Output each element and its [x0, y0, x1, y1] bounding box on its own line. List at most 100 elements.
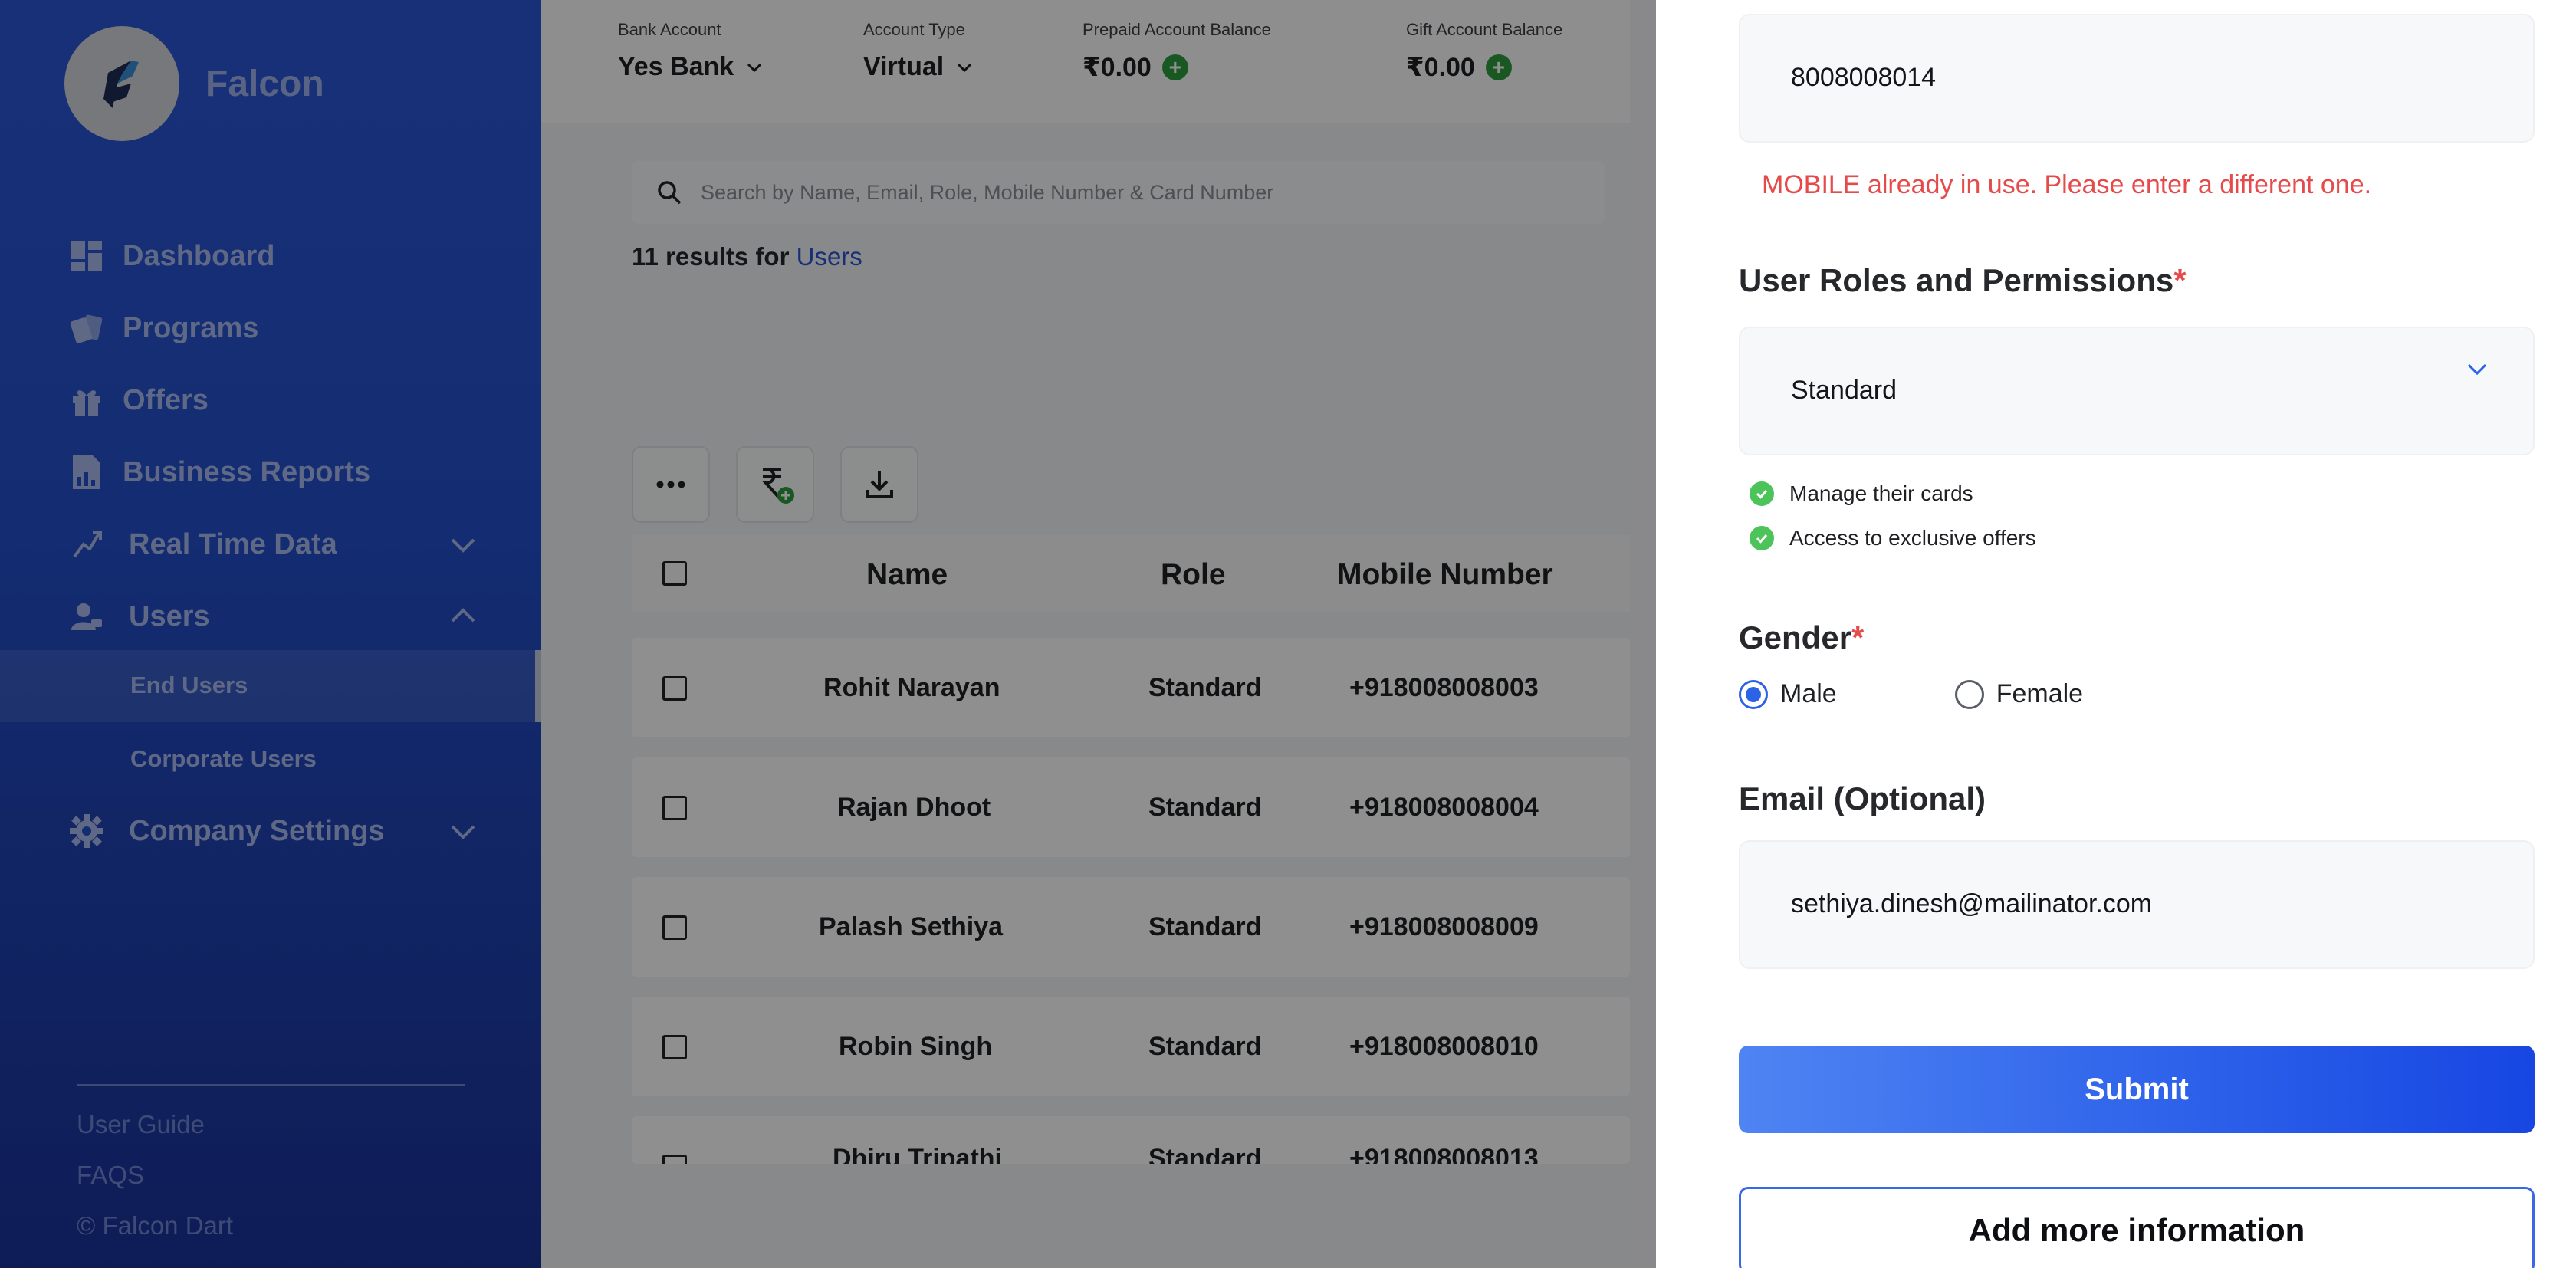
cell-role: Standard — [1148, 1144, 1262, 1164]
roles-section-title: User Roles and Permissions* — [1739, 262, 2187, 299]
sidebar-subitem-active-bg — [0, 650, 541, 722]
sidebar-item-programs[interactable]: Programs — [67, 305, 258, 351]
cell-name: Rajan Dhoot — [837, 793, 991, 822]
add-more-information-button[interactable]: Add more information — [1739, 1187, 2535, 1268]
sidebar-divider — [77, 1084, 465, 1086]
bank-account-selector[interactable]: Bank Account Yes Bank — [618, 20, 764, 82]
sidebar-item-label: Offers — [123, 383, 209, 416]
role-select[interactable]: Standard — [1739, 327, 2535, 455]
faqs-link[interactable]: FAQS — [77, 1161, 144, 1190]
sidebar-item-offers[interactable]: Offers — [67, 377, 209, 423]
download-icon — [866, 471, 893, 498]
chevron-down-icon — [958, 63, 972, 72]
permission-label: Access to exclusive offers — [1789, 526, 2036, 550]
more-options-button[interactable] — [632, 446, 710, 523]
column-header-mobile[interactable]: Mobile Number — [1337, 558, 1553, 592]
search-input[interactable]: Search by Name, Email, Role, Mobile Numb… — [701, 181, 1273, 205]
check-circle-icon — [1750, 526, 1774, 550]
sidebar: Falcon Dashboard Programs Offers Busines… — [0, 0, 541, 1268]
permission-item: Manage their cards — [1750, 481, 1973, 506]
falcon-logo-icon — [64, 26, 179, 141]
sidebar-item-company-settings[interactable]: Company Settings — [67, 808, 475, 854]
cell-name: Rohit Narayan — [823, 673, 1001, 702]
sidebar-item-label: Users — [129, 600, 210, 632]
roles-title-text: User Roles and Permissions — [1739, 262, 2174, 298]
user-guide-link[interactable]: User Guide — [77, 1110, 205, 1139]
sidebar-item-label: Dashboard — [123, 239, 275, 272]
programs-icon — [67, 309, 106, 347]
required-mark: * — [2174, 262, 2187, 298]
cell-mobile: +918008008010 — [1349, 1032, 1539, 1061]
account-topbar: Bank Account Yes Bank Account Type Virtu… — [541, 0, 1630, 123]
more-horizontal-icon — [656, 481, 685, 488]
mobile-field-value: 8008008014 — [1791, 63, 1937, 92]
users-icon — [67, 597, 106, 636]
bank-account-value: Yes Bank — [618, 52, 734, 81]
table-row[interactable]: Robin Singh Standard +918008008010 — [632, 997, 1630, 1096]
cell-role: Standard — [1148, 912, 1262, 941]
cell-role: Standard — [1148, 1032, 1262, 1061]
chevron-up-icon[interactable] — [443, 596, 483, 636]
email-section-title: Email (Optional) — [1739, 780, 1986, 816]
account-type-selector[interactable]: Account Type Virtual — [863, 20, 974, 82]
add-funds-button[interactable] — [736, 446, 814, 523]
search-bar[interactable]: Search by Name, Email, Role, Mobile Numb… — [632, 161, 1605, 224]
cell-mobile: +918008008004 — [1349, 793, 1539, 822]
row-checkbox[interactable] — [662, 1035, 687, 1059]
row-checkbox[interactable] — [662, 796, 687, 820]
sidebar-subitem-end-users[interactable]: End Users — [130, 672, 248, 699]
brand[interactable]: Falcon — [64, 26, 324, 141]
gender-male-radio[interactable] — [1739, 679, 1768, 709]
mobile-field[interactable]: 8008008014 — [1739, 14, 2535, 143]
chevron-down-icon[interactable] — [443, 524, 483, 564]
row-checkbox[interactable] — [662, 915, 687, 940]
sidebar-item-real-time-data[interactable]: Real Time Data — [67, 521, 475, 567]
prepaid-balance-value: ₹0.00 — [1083, 53, 1152, 82]
add-prepaid-funds-icon[interactable]: + — [1162, 54, 1188, 80]
column-header-role[interactable]: Role — [1161, 558, 1226, 592]
row-checkbox[interactable] — [662, 1155, 687, 1164]
cell-name: Dhiru Tripathi — [833, 1144, 1002, 1164]
sidebar-item-users[interactable]: Users — [67, 593, 475, 639]
gear-icon — [67, 812, 106, 850]
sidebar-item-label: Programs — [123, 311, 259, 344]
prepaid-balance: Prepaid Account Balance ₹0.00 + — [1083, 20, 1271, 83]
cell-role: Standard — [1148, 673, 1262, 702]
cell-name: Palash Sethiya — [819, 912, 1004, 941]
select-all-checkbox[interactable] — [662, 561, 687, 586]
rupee-add-icon — [762, 468, 794, 504]
chevron-down-icon[interactable] — [443, 811, 483, 851]
submit-button[interactable]: Submit — [1739, 1046, 2535, 1133]
results-prefix: 11 results for — [632, 242, 797, 271]
required-mark: * — [1852, 619, 1865, 655]
role-select-value: Standard — [1791, 376, 1897, 405]
chevron-down-icon — [2467, 363, 2487, 376]
table-row[interactable]: Rohit Narayan Standard +918008008003 — [632, 638, 1630, 737]
gender-title-text: Gender — [1739, 619, 1852, 655]
gender-male-label[interactable]: Male — [1780, 679, 1837, 709]
sidebar-item-label: Business Reports — [123, 455, 371, 488]
cell-mobile: +918008008013 — [1349, 1144, 1539, 1164]
gift-balance-value: ₹0.00 — [1406, 53, 1475, 82]
mobile-error-message: MOBILE already in use. Please enter a di… — [1762, 170, 2372, 199]
gender-female-label[interactable]: Female — [1996, 679, 2083, 709]
gift-balance-caption: Gift Account Balance — [1406, 20, 1563, 39]
table-row[interactable]: Rajan Dhoot Standard +918008008004 — [632, 757, 1630, 857]
table-row[interactable]: Dhiru Tripathi Standard +918008008013 — [632, 1116, 1630, 1164]
sidebar-item-label: Company Settings — [129, 814, 385, 847]
sidebar-item-dashboard[interactable]: Dashboard — [67, 233, 274, 279]
gender-female-radio[interactable] — [1954, 679, 1984, 709]
brand-name: Falcon — [205, 63, 324, 104]
column-header-name[interactable]: Name — [866, 558, 948, 592]
sidebar-item-business-reports[interactable]: Business Reports — [67, 449, 370, 495]
check-circle-icon — [1750, 481, 1774, 506]
dashboard-icon — [67, 237, 106, 275]
row-checkbox[interactable] — [662, 676, 687, 701]
email-field[interactable]: sethiya.dinesh@mailinator.com — [1739, 840, 2535, 969]
add-gift-funds-icon[interactable]: + — [1485, 54, 1512, 80]
cell-mobile: +918008008003 — [1349, 673, 1539, 702]
sidebar-subitem-corporate-users[interactable]: Corporate Users — [130, 745, 317, 773]
download-button[interactable] — [840, 446, 918, 523]
table-row[interactable]: Palash Sethiya Standard +918008008009 — [632, 877, 1630, 977]
email-field-value: sethiya.dinesh@mailinator.com — [1791, 889, 2153, 918]
